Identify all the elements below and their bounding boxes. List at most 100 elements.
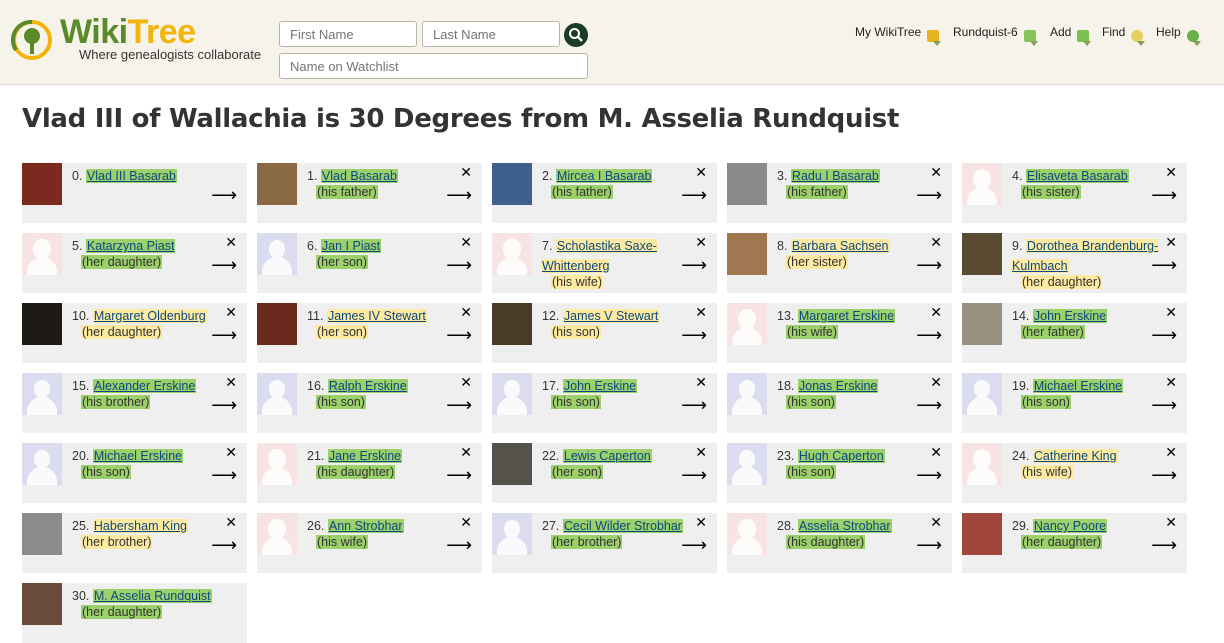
remove-icon[interactable]: ✕ <box>695 374 707 391</box>
next-arrow-icon[interactable]: ⟶ <box>916 535 942 556</box>
profile-photo[interactable] <box>22 513 62 555</box>
remove-icon[interactable]: ✕ <box>460 164 472 181</box>
profile-name-link[interactable]: Catherine King <box>1032 449 1118 463</box>
profile-name-link[interactable]: M. Asselia Rundquist <box>92 589 212 603</box>
profile-name-link[interactable]: Jane Erskine <box>327 449 403 463</box>
profile-thumbnail[interactable] <box>962 163 1002 205</box>
wikitree-logo-icon[interactable] <box>10 20 54 60</box>
profile-name-link[interactable]: Michael Erskine <box>1032 379 1124 393</box>
profile-thumbnail[interactable] <box>962 443 1002 485</box>
remove-icon[interactable]: ✕ <box>225 304 237 321</box>
nav-add[interactable]: Add <box>1050 25 1092 46</box>
next-arrow-icon[interactable]: ⟶ <box>211 535 237 556</box>
next-arrow-icon[interactable]: ⟶ <box>916 325 942 346</box>
profile-name-link[interactable]: Margaret Erskine <box>797 309 896 323</box>
profile-photo[interactable] <box>22 303 62 345</box>
next-arrow-icon[interactable]: ⟶ <box>681 325 707 346</box>
profile-name-link[interactable]: Barbara Sachsen <box>790 239 890 253</box>
next-arrow-icon[interactable]: ⟶ <box>1151 185 1177 206</box>
remove-icon[interactable]: ✕ <box>695 234 707 251</box>
profile-name-link[interactable]: Radu I Basarab <box>790 169 880 183</box>
profile-name-link[interactable]: James V Stewart <box>562 309 660 323</box>
profile-thumbnail[interactable] <box>22 233 62 275</box>
profile-name-link[interactable]: Habersham King <box>92 519 188 533</box>
remove-icon[interactable]: ✕ <box>930 234 942 251</box>
remove-icon[interactable]: ✕ <box>225 444 237 461</box>
remove-icon[interactable]: ✕ <box>1165 374 1177 391</box>
nav-find[interactable]: Find <box>1102 25 1146 46</box>
next-arrow-icon[interactable]: ⟶ <box>916 255 942 276</box>
profile-thumbnail[interactable] <box>257 373 297 415</box>
profile-name-link[interactable]: Mircea I Basarab <box>555 169 653 183</box>
next-arrow-icon[interactable]: ⟶ <box>681 185 707 206</box>
nav-profile[interactable]: Rundquist-6 <box>953 25 1038 46</box>
next-arrow-icon[interactable]: ⟶ <box>1151 255 1177 276</box>
profile-thumbnail[interactable] <box>22 373 62 415</box>
profile-photo[interactable] <box>492 303 532 345</box>
profile-thumbnail[interactable] <box>962 373 1002 415</box>
next-arrow-icon[interactable]: ⟶ <box>681 535 707 556</box>
next-arrow-icon[interactable]: ⟶ <box>681 255 707 276</box>
next-arrow-icon[interactable]: ⟶ <box>681 465 707 486</box>
remove-icon[interactable]: ✕ <box>695 444 707 461</box>
remove-icon[interactable]: ✕ <box>930 164 942 181</box>
profile-photo[interactable] <box>962 513 1002 555</box>
remove-icon[interactable]: ✕ <box>460 234 472 251</box>
profile-name-link[interactable]: Lewis Caperton <box>562 449 652 463</box>
profile-thumbnail[interactable] <box>492 233 532 275</box>
next-arrow-icon[interactable]: ⟶ <box>211 465 237 486</box>
next-arrow-icon[interactable]: ⟶ <box>211 255 237 276</box>
next-arrow-icon[interactable]: ⟶ <box>446 465 472 486</box>
next-arrow-icon[interactable]: ⟶ <box>1151 535 1177 556</box>
next-arrow-icon[interactable]: ⟶ <box>446 255 472 276</box>
last-name-input[interactable] <box>422 21 560 47</box>
remove-icon[interactable]: ✕ <box>1165 164 1177 181</box>
profile-photo[interactable] <box>492 443 532 485</box>
remove-icon[interactable]: ✕ <box>225 514 237 531</box>
profile-name-link[interactable]: John Erskine <box>562 379 638 393</box>
profile-name-link[interactable]: Elisaveta Basarab <box>1025 169 1129 183</box>
profile-name-link[interactable]: Dorothea Brandenburg-Kulmbach <box>1012 239 1159 273</box>
profile-photo[interactable] <box>727 163 767 205</box>
remove-icon[interactable]: ✕ <box>225 374 237 391</box>
profile-photo[interactable] <box>962 303 1002 345</box>
first-name-input[interactable] <box>279 21 417 47</box>
profile-name-link[interactable]: Cecil Wilder Strobhar <box>562 519 683 533</box>
profile-thumbnail[interactable] <box>492 373 532 415</box>
profile-name-link[interactable]: Vlad III Basarab <box>85 169 177 183</box>
profile-photo[interactable] <box>22 163 62 205</box>
next-arrow-icon[interactable]: ⟶ <box>916 185 942 206</box>
next-arrow-icon[interactable]: ⟶ <box>446 535 472 556</box>
remove-icon[interactable]: ✕ <box>460 514 472 531</box>
remove-icon[interactable]: ✕ <box>1165 444 1177 461</box>
profile-photo[interactable] <box>257 163 297 205</box>
remove-icon[interactable]: ✕ <box>1165 304 1177 321</box>
profile-photo[interactable] <box>727 233 767 275</box>
next-arrow-icon[interactable]: ⟶ <box>916 465 942 486</box>
remove-icon[interactable]: ✕ <box>695 164 707 181</box>
remove-icon[interactable]: ✕ <box>1165 234 1177 251</box>
remove-icon[interactable]: ✕ <box>930 304 942 321</box>
remove-icon[interactable]: ✕ <box>460 374 472 391</box>
next-arrow-icon[interactable]: ⟶ <box>211 185 237 206</box>
remove-icon[interactable]: ✕ <box>1165 514 1177 531</box>
next-arrow-icon[interactable]: ⟶ <box>446 395 472 416</box>
profile-name-link[interactable]: Nancy Poore <box>1032 519 1108 533</box>
profile-name-link[interactable]: Vlad Basarab <box>320 169 398 183</box>
profile-photo[interactable] <box>492 163 532 205</box>
remove-icon[interactable]: ✕ <box>695 304 707 321</box>
next-arrow-icon[interactable]: ⟶ <box>681 395 707 416</box>
next-arrow-icon[interactable]: ⟶ <box>211 325 237 346</box>
next-arrow-icon[interactable]: ⟶ <box>446 325 472 346</box>
profile-thumbnail[interactable] <box>257 233 297 275</box>
remove-icon[interactable]: ✕ <box>460 444 472 461</box>
profile-name-link[interactable]: Katarzyna Piast <box>85 239 176 253</box>
profile-photo[interactable] <box>22 583 62 625</box>
remove-icon[interactable]: ✕ <box>695 514 707 531</box>
profile-thumbnail[interactable] <box>727 303 767 345</box>
profile-thumbnail[interactable] <box>492 513 532 555</box>
profile-name-link[interactable]: Asselia Strobhar <box>797 519 892 533</box>
profile-name-link[interactable]: Hugh Caperton <box>797 449 885 463</box>
nav-help[interactable]: Help <box>1156 25 1201 46</box>
profile-photo[interactable] <box>962 233 1002 275</box>
